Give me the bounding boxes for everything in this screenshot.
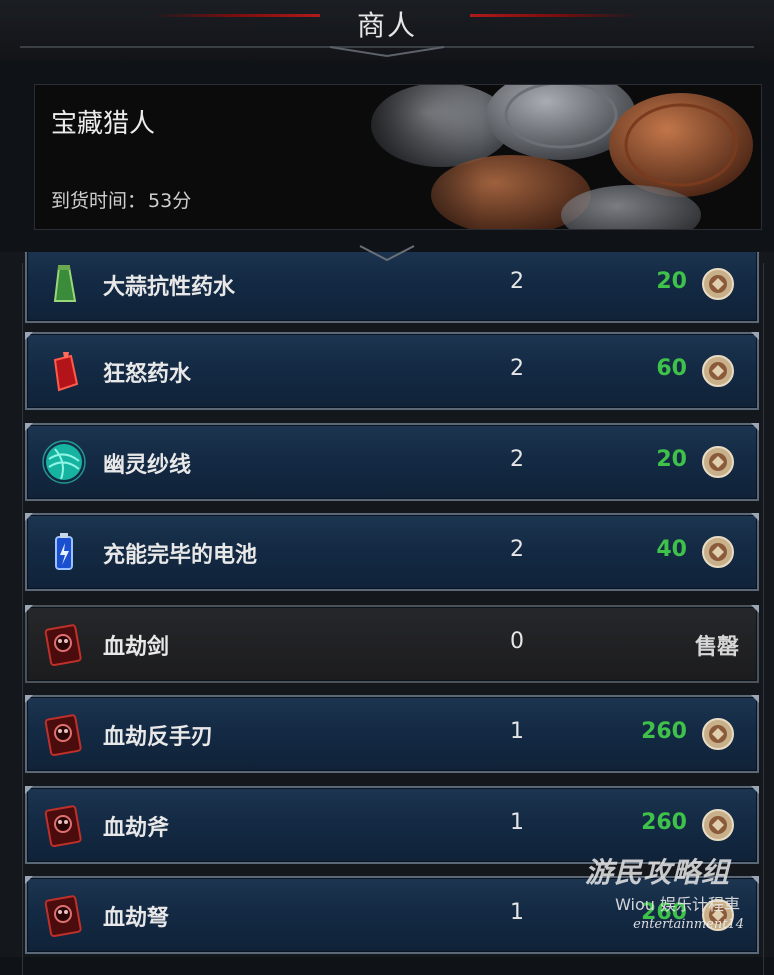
watermark-en: entertainment14 xyxy=(633,917,744,932)
blood-book-icon xyxy=(41,621,87,667)
item-row[interactable]: 幽灵纱线 2 20 xyxy=(25,423,759,501)
rage-potion-icon xyxy=(41,348,87,394)
item-quantity: 0 xyxy=(510,629,524,654)
restock-label: 到货时间： xyxy=(51,190,147,212)
blood-book-icon xyxy=(41,892,87,938)
item-name: 血劫反手刃 xyxy=(103,725,214,750)
coin-icon xyxy=(701,808,735,842)
coin-icon xyxy=(701,717,735,751)
item-name: 大蒜抗性药水 xyxy=(103,275,236,300)
item-quantity: 1 xyxy=(510,719,524,744)
item-row[interactable]: 充能完毕的电池 2 40 xyxy=(25,513,759,591)
coin-icon xyxy=(701,535,735,569)
item-price: 40 xyxy=(656,537,687,562)
item-name: 血劫斧 xyxy=(103,816,170,841)
title-bar: 商人 xyxy=(0,0,774,60)
restock-timer: 到货时间： 53分 xyxy=(51,186,191,213)
blood-book-icon xyxy=(41,711,87,757)
ghost-yarn-icon xyxy=(41,439,87,485)
item-name: 幽灵纱线 xyxy=(103,453,192,478)
vendor-name: 宝藏猎人 xyxy=(51,109,156,139)
item-row[interactable]: 血劫剑 0 售罄 xyxy=(25,605,759,683)
item-price: 260 xyxy=(641,810,687,835)
watermark-sub: Wiou 娱乐计程車 xyxy=(615,895,740,914)
restock-value: 53分 xyxy=(148,190,192,212)
item-name: 充能完毕的电池 xyxy=(103,543,258,568)
coins-illustration xyxy=(331,85,761,229)
item-quantity: 2 xyxy=(510,537,524,562)
item-name: 血劫剑 xyxy=(103,635,170,660)
item-quantity: 2 xyxy=(510,447,524,472)
item-price: 20 xyxy=(656,447,687,472)
page-title: 商人 xyxy=(356,9,417,42)
coin-icon xyxy=(701,354,735,388)
item-row[interactable]: 狂怒药水 2 60 xyxy=(25,332,759,410)
battery-icon xyxy=(41,529,87,575)
item-quantity: 1 xyxy=(510,900,524,925)
list-divider xyxy=(0,240,774,262)
vendor-banner: 宝藏猎人 到货时间： 53分 xyxy=(34,84,762,230)
coin-icon xyxy=(701,445,735,479)
item-quantity: 2 xyxy=(510,356,524,381)
item-name: 狂怒药水 xyxy=(103,362,192,387)
watermark: 游民攻略组 Wiou 娱乐计程車 entertainment14 xyxy=(556,851,756,951)
item-price: 260 xyxy=(641,719,687,744)
item-quantity: 2 xyxy=(510,269,524,294)
blood-book-icon xyxy=(41,802,87,848)
item-row[interactable]: 血劫反手刃 1 260 xyxy=(25,695,759,773)
item-name: 血劫弩 xyxy=(103,906,170,931)
coin-icon xyxy=(701,267,735,301)
sold-out-label: 售罄 xyxy=(694,635,739,660)
title-divider xyxy=(20,46,754,58)
item-price: 60 xyxy=(656,356,687,381)
item-quantity: 1 xyxy=(510,810,524,835)
watermark-main: 游民攻略组 xyxy=(584,856,730,889)
item-price: 20 xyxy=(656,269,687,294)
